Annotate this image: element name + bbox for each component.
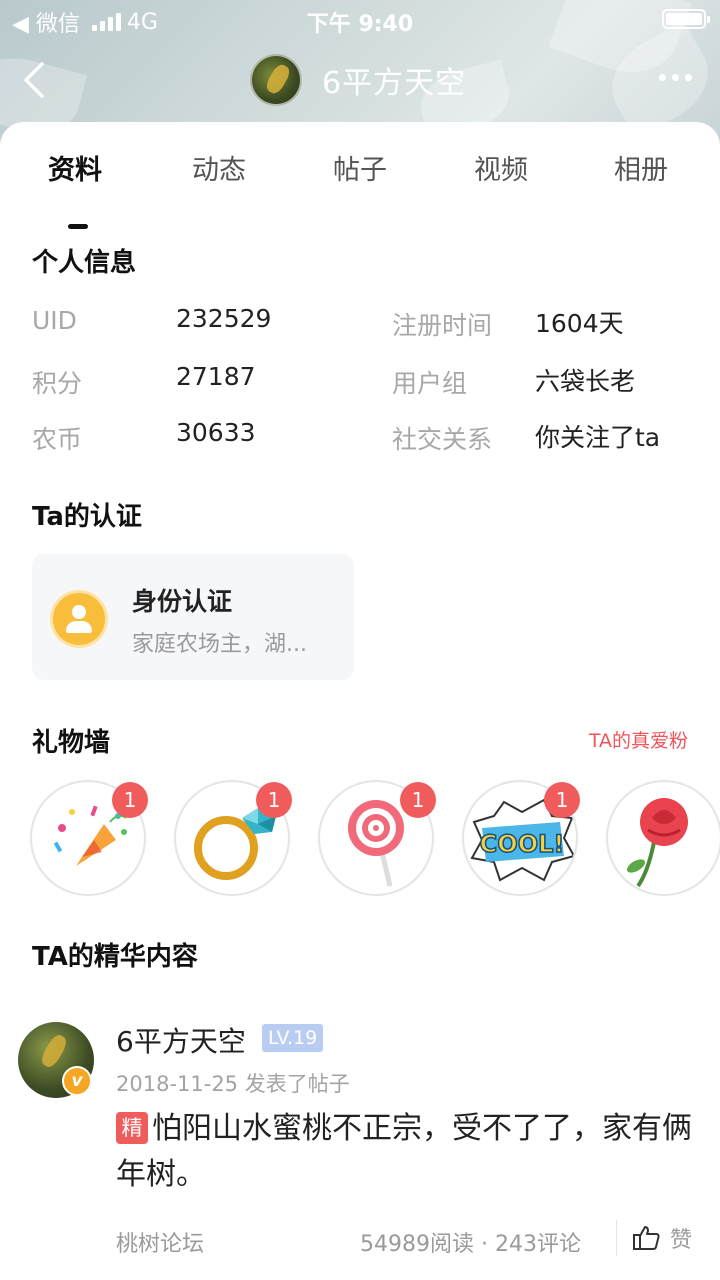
rose-icon[interactable] [606,780,720,896]
top-fans-link[interactable]: TA的真爱粉 [589,726,688,753]
level-badge: LV.19 [262,1024,324,1052]
certification-card[interactable]: 身份认证 家庭农场主，湖... [32,554,354,680]
thumbs-up-icon [633,1226,660,1250]
like-label: 赞 [670,1228,693,1253]
status-bar: ◀ 微信 4G 下午 9:40 [0,0,720,40]
gift-wall-title: 礼物墙 [32,728,111,758]
gift-count-badge: 1 [256,782,292,818]
info-value-relation: 你关注了ta [535,423,661,452]
info-value-points: 27187 [176,362,256,391]
tab-bar: 资料 动态 帖子 视频 相册 [0,148,720,229]
nav-bar: 6平方天空 [0,50,720,110]
gift-count-badge: 1 [400,782,436,818]
personal-info-title: 个人信息 [32,248,137,278]
info-value-coins: 30633 [176,418,256,447]
tab-indicator [68,224,88,229]
user-badge-icon [50,590,108,648]
info-label-group: 用户组 [392,369,468,398]
tab-albums[interactable]: 相册 [614,148,668,187]
back-button[interactable] [18,60,58,100]
svg-text:COOL!: COOL! [480,830,565,858]
gift-count-badge: 1 [544,782,580,818]
info-value-registered: 1604天 [535,309,624,338]
profile-sheet: 资料 动态 帖子 视频 相册 个人信息 UID 232529 积分 27187 … [0,122,720,1280]
post-forum-link[interactable]: 桃树论坛 [116,1226,204,1258]
verified-badge-icon: v [62,1066,92,1096]
certification-title: Ta的认证 [32,502,142,532]
nav-title: 6平方天空 [322,66,467,101]
tab-posts[interactable]: 帖子 [333,148,387,187]
like-button[interactable]: 赞 [632,1222,692,1254]
info-value-group: 六袋长老 [535,367,636,396]
chevron-left-icon [24,62,44,98]
info-label-uid: UID [32,306,77,335]
post-text: 怕阳山水蜜桃不正宗，受不了了，家有俩年树。 [116,1111,692,1192]
post-meta: 2018-11-25 发表了帖子 [116,1072,350,1096]
user-avatar[interactable] [250,54,302,106]
featured-tag: 精 [116,1112,148,1144]
tab-activity[interactable]: 动态 [192,148,246,187]
more-options-icon[interactable] [659,74,692,81]
info-label-relation: 社交关系 [392,425,493,454]
gift-count-badge: 1 [112,782,148,818]
divider [616,1220,617,1256]
tab-videos[interactable]: 视频 [474,148,528,187]
tab-profile[interactable]: 资料 [48,148,102,187]
certification-card-desc: 家庭农场主，湖... [132,632,307,657]
post-stats: 54989阅读 · 243评论 [360,1232,581,1257]
battery-icon [662,9,710,29]
status-time: 下午 9:40 [306,12,414,37]
info-label-points: 积分 [32,369,83,398]
info-value-uid: 232529 [176,304,272,333]
post-content[interactable]: 精怕阳山水蜜桃不正宗，受不了了，家有俩年树。 [116,1106,696,1198]
certification-card-title: 身份认证 [132,587,233,616]
post-author-name[interactable]: 6平方天空 [116,1020,246,1060]
featured-title: TA的精华内容 [32,942,198,972]
info-label-coins: 农币 [32,425,83,454]
info-label-registered: 注册时间 [392,311,493,340]
